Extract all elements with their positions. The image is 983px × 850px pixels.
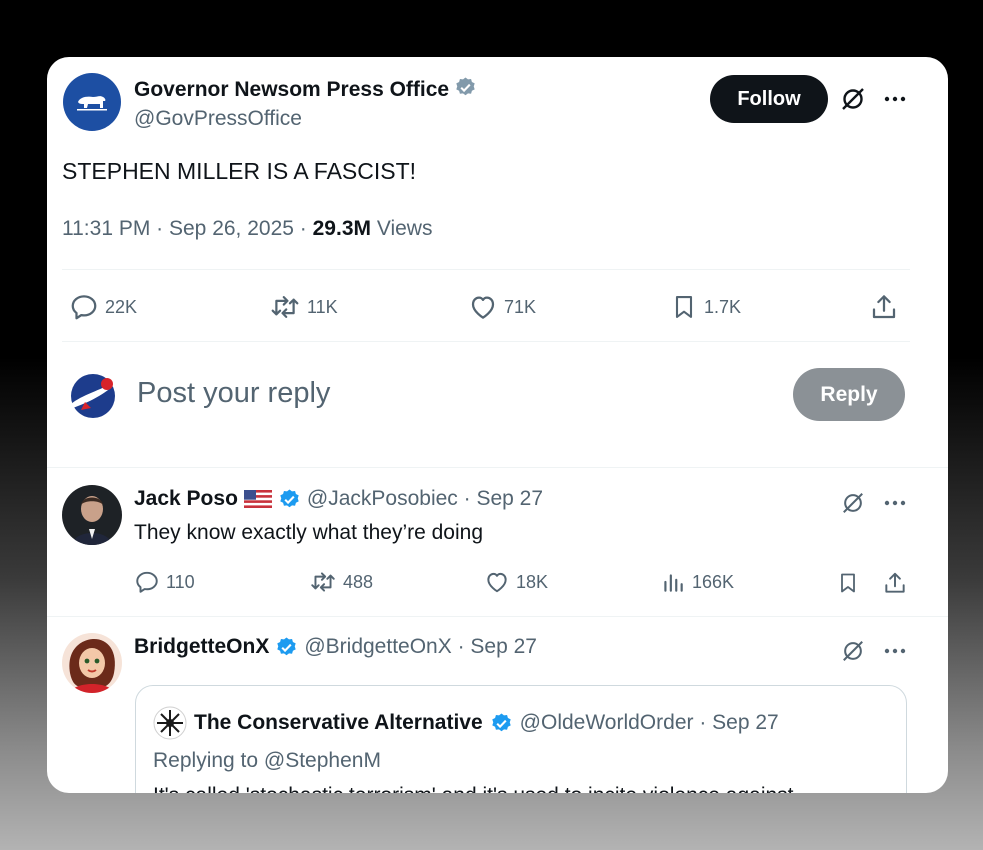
reply-icon (71, 295, 97, 320)
divider (47, 616, 948, 617)
reply-handle-date[interactable]: @BridgetteOnX · Sep 27 (304, 635, 537, 659)
verified-icon (277, 636, 297, 655)
tweet-card: Governor Newsom Press Office @GovPressOf… (47, 57, 948, 793)
author-handle[interactable]: @GovPressOffice (134, 107, 302, 131)
reply-author-name[interactable]: Jack Poso (134, 487, 238, 511)
tweet-meta: 11:31 PM · Sep 26, 2025 · 29.3M Views (62, 217, 433, 240)
bookmark-count: 1.7K (704, 296, 742, 317)
like-count: 71K (504, 296, 537, 317)
like-icon (471, 296, 495, 319)
tweet-text: STEPHEN MILLER IS A FASCIST! (62, 158, 417, 184)
grok-icon[interactable] (839, 637, 867, 665)
reply-icon (136, 571, 158, 593)
like-count: 18K (516, 571, 549, 592)
repost-action[interactable]: 488 (309, 569, 373, 595)
tweet-date[interactable]: Sep 26, 2025 (169, 217, 294, 240)
quote-handle-date: @OldeWorldOrder · Sep 27 (519, 711, 779, 734)
share-action[interactable] (869, 292, 899, 322)
reply-action[interactable]: 110 (134, 569, 195, 595)
snowflake-icon (153, 706, 187, 740)
views-icon (664, 574, 683, 592)
repost-count: 488 (343, 571, 374, 592)
like-action[interactable]: 18K (484, 569, 548, 595)
avatar[interactable] (62, 633, 122, 693)
quote-text: It's called 'stochastic terrorism' and i… (153, 784, 794, 793)
quoted-tweet[interactable]: The Conservative Alternative @OldeWorldO… (135, 685, 907, 793)
tweet-time[interactable]: 11:31 PM (62, 217, 150, 240)
reply-action[interactable]: 22K (69, 292, 137, 322)
share-icon (872, 295, 896, 319)
more-icon[interactable] (881, 489, 909, 517)
verified-icon (280, 488, 299, 507)
quote-header: The Conservative Alternative @OldeWorldO… (153, 706, 779, 740)
repost-icon (271, 296, 299, 318)
user-avatar[interactable] (63, 370, 123, 422)
reply-author-name[interactable]: BridgetteOnX (134, 635, 269, 659)
author-name[interactable]: Governor Newsom Press Office (134, 78, 449, 101)
divider (47, 467, 948, 468)
share-icon[interactable] (881, 569, 909, 597)
like-icon (487, 572, 507, 593)
more-icon[interactable] (881, 637, 909, 665)
us-flag-icon (243, 490, 272, 508)
author-avatar[interactable] (63, 73, 121, 131)
bookmark-icon[interactable] (834, 569, 862, 597)
verified-icon (491, 712, 511, 731)
views-label: Views (371, 217, 433, 240)
reply-header: Jack Poso @JackPosobiec · Sep 27 (134, 487, 543, 511)
reply-handle-date[interactable]: @JackPosobiec · Sep 27 (307, 487, 543, 511)
divider (62, 341, 910, 342)
california-bear-icon (77, 96, 107, 111)
divider (62, 269, 910, 270)
grok-icon[interactable] (839, 489, 867, 517)
reply-count: 110 (166, 571, 195, 592)
like-action[interactable]: 71K (468, 292, 536, 322)
views-count: 166K (692, 571, 735, 592)
follow-button[interactable]: Follow (710, 75, 828, 123)
views-count: 29.3M (312, 217, 371, 240)
reply-input[interactable]: Post your reply (137, 377, 330, 410)
repost-action[interactable]: 11K (269, 292, 338, 322)
reply-button[interactable]: Reply (793, 368, 905, 421)
repost-icon (311, 572, 335, 592)
more-icon[interactable] (881, 85, 909, 113)
quote-author-name[interactable]: The Conservative Alternative (194, 711, 483, 735)
verified-icon (455, 77, 475, 96)
grok-icon[interactable] (839, 85, 867, 113)
reply-header: BridgetteOnX @BridgetteOnX · Sep 27 (134, 635, 537, 659)
reply-text: They know exactly what they’re doing (134, 521, 484, 544)
bookmark-icon (675, 296, 693, 318)
avatar[interactable] (62, 485, 122, 545)
repost-count: 11K (307, 296, 338, 317)
views-action[interactable]: 166K (660, 569, 734, 595)
quote-replying-to: Replying to @StephenM (153, 749, 381, 772)
bookmark-action[interactable]: 1.7K (670, 292, 741, 322)
reply-count: 22K (105, 296, 138, 317)
author-name-row: Governor Newsom Press Office (134, 76, 477, 102)
